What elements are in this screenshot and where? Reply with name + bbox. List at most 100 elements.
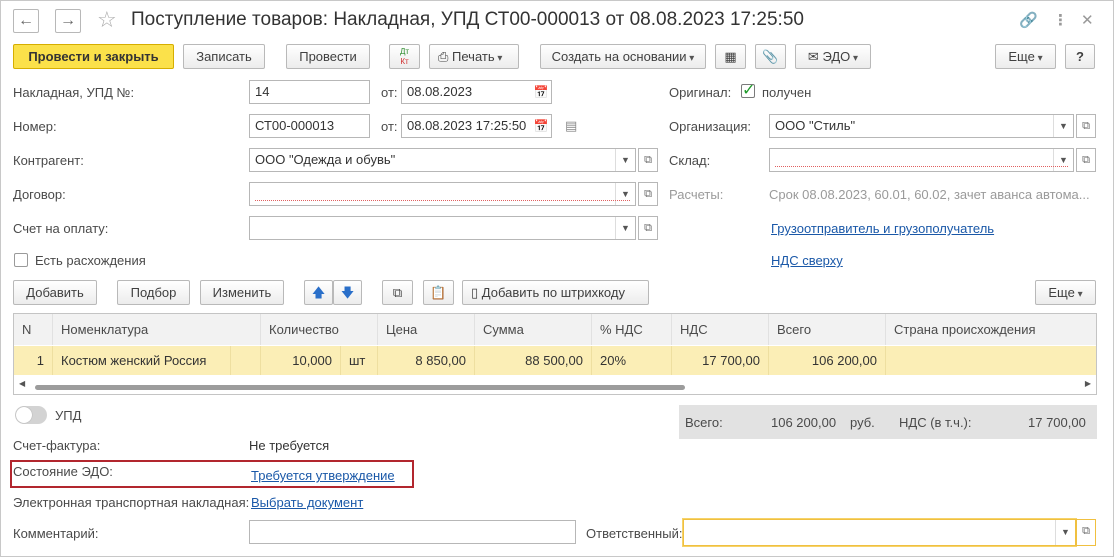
column-header[interactable]: Количество bbox=[261, 314, 378, 345]
vat-on-top-link[interactable]: НДС сверху bbox=[771, 253, 843, 268]
chevron-down-icon[interactable]: ▼ bbox=[615, 149, 635, 171]
column-header[interactable]: Сумма bbox=[475, 314, 592, 345]
post-and-close-button[interactable]: Провести и закрыть bbox=[13, 44, 174, 69]
open-icon: ⧉ bbox=[1082, 120, 1090, 132]
invoice-date-field[interactable]: 08.08.2023 📅 bbox=[401, 80, 552, 104]
close-icon[interactable]: ✕ bbox=[1081, 11, 1094, 29]
responsible-label: Ответственный: bbox=[586, 526, 683, 541]
more-button[interactable]: Еще bbox=[995, 44, 1056, 69]
page-title: Поступление товаров: Накладная, УПД СТ00… bbox=[131, 9, 804, 30]
warehouse-field[interactable]: ▼ bbox=[769, 148, 1074, 172]
chevron-down-icon[interactable]: ▼ bbox=[615, 217, 635, 239]
column-header[interactable]: Цена bbox=[378, 314, 475, 345]
print-button[interactable]: ⎙ Печать bbox=[429, 44, 519, 69]
link-icon[interactable]: 🔗 bbox=[1019, 11, 1038, 29]
create-based-on-button[interactable]: Создать на основании bbox=[540, 44, 706, 69]
move-up-button[interactable]: 🡅 bbox=[304, 280, 333, 305]
open-organization-button[interactable]: ⧉ bbox=[1076, 114, 1096, 138]
chevron-down-icon[interactable]: ▼ bbox=[1053, 149, 1073, 171]
calendar-icon[interactable]: 📅 bbox=[531, 115, 551, 137]
upd-label: УПД bbox=[55, 408, 82, 423]
open-responsible-button[interactable]: ⧉ bbox=[1076, 519, 1096, 546]
open-payment-invoice-button[interactable]: ⧉ bbox=[638, 216, 658, 240]
add-button[interactable]: Добавить bbox=[13, 280, 97, 305]
attachment-button[interactable]: 📎 bbox=[755, 44, 786, 69]
payment-invoice-field[interactable]: ▼ bbox=[249, 216, 636, 240]
open-contract-button[interactable]: ⧉ bbox=[638, 182, 658, 206]
edo-state-link[interactable]: Требуется утверждение bbox=[251, 468, 395, 483]
cell-unit[interactable]: шт bbox=[341, 346, 378, 375]
settlements-value[interactable]: Срок 08.08.2023, 60.01, 60.02, зачет ава… bbox=[769, 187, 1090, 202]
calendar-icon[interactable]: 📅 bbox=[531, 81, 551, 103]
paste-button[interactable]: 📋 bbox=[423, 280, 454, 305]
more-actions-icon[interactable]: ⋮ bbox=[1053, 11, 1068, 29]
column-header[interactable]: Страна происхождения bbox=[886, 314, 1096, 345]
column-header[interactable]: Номенклатура bbox=[53, 314, 261, 345]
cell-vat-rate[interactable]: 20% bbox=[592, 346, 672, 375]
cell-qty[interactable]: 10,000 bbox=[261, 346, 341, 375]
save-button[interactable]: Записать bbox=[183, 44, 265, 69]
column-header[interactable]: N bbox=[14, 314, 53, 345]
currency-label: руб. bbox=[850, 415, 875, 430]
text-details-icon[interactable]: ▤ bbox=[565, 118, 577, 134]
cell-total[interactable]: 106 200,00 bbox=[769, 346, 886, 375]
discrepancies-label: Есть расхождения bbox=[35, 253, 146, 268]
open-counterparty-button[interactable]: ⧉ bbox=[638, 148, 658, 172]
organization-field[interactable]: ООО "Стиль" ▼ bbox=[769, 114, 1074, 138]
scroll-left-icon[interactable]: ◀ bbox=[19, 379, 25, 388]
responsible-field[interactable]: ▼ bbox=[683, 519, 1076, 546]
edo-button[interactable]: ✉ ЭДО bbox=[795, 44, 871, 69]
help-button[interactable]: ? bbox=[1065, 44, 1095, 69]
horizontal-scrollbar[interactable]: ◀ ▶ bbox=[15, 379, 1095, 392]
dt-kt-icon: Дт Кт bbox=[390, 45, 419, 67]
shipper-consignee-link[interactable]: Грузоотправитель и грузополучатель bbox=[771, 221, 994, 236]
change-button[interactable]: Изменить bbox=[200, 280, 284, 305]
structure-button[interactable]: ▦ bbox=[715, 44, 746, 69]
cell-price[interactable]: 8 850,00 bbox=[378, 346, 475, 375]
dt-kt-button[interactable]: Дт Кт bbox=[389, 44, 420, 69]
discrepancies-checkbox[interactable] bbox=[14, 253, 28, 267]
arrow-down-icon: 🡇 bbox=[340, 285, 355, 300]
invoice-date-from-label: от: bbox=[381, 85, 398, 100]
edo-icon: ✉ bbox=[807, 49, 819, 64]
copy-icon: ⧉ bbox=[392, 285, 403, 300]
column-header[interactable]: % НДС bbox=[592, 314, 672, 345]
select-document-link[interactable]: Выбрать документ bbox=[251, 495, 363, 510]
scroll-right-icon[interactable]: ▶ bbox=[1085, 379, 1091, 388]
add-by-barcode-button[interactable]: ▯ Добавить по штрихкоду bbox=[462, 280, 649, 305]
column-header[interactable]: НДС bbox=[672, 314, 769, 345]
number-label: Номер: bbox=[13, 119, 57, 134]
invoice-doc-value: Не требуется bbox=[249, 438, 330, 453]
paperclip-icon: 📎 bbox=[762, 49, 779, 64]
payment-invoice-label: Счет на оплату: bbox=[13, 221, 109, 236]
table-more-button[interactable]: Еще bbox=[1035, 280, 1096, 305]
counterparty-value: ООО "Одежда и обувь" bbox=[255, 152, 396, 167]
open-warehouse-button[interactable]: ⧉ bbox=[1076, 148, 1096, 172]
cell-item[interactable]: Костюм женский Россия bbox=[53, 346, 231, 375]
scrollbar-thumb[interactable] bbox=[35, 385, 685, 390]
forward-button[interactable]: → bbox=[55, 9, 81, 33]
comment-field[interactable] bbox=[249, 520, 576, 544]
counterparty-field[interactable]: ООО "Одежда и обувь" ▼ bbox=[249, 148, 636, 172]
chevron-down-icon[interactable]: ▼ bbox=[1055, 520, 1075, 545]
number-date-field[interactable]: 08.08.2023 17:25:50 📅 bbox=[401, 114, 552, 138]
cell-vat[interactable]: 17 700,00 bbox=[672, 346, 769, 375]
column-header[interactable]: Всего bbox=[769, 314, 886, 345]
pick-button[interactable]: Подбор bbox=[117, 280, 190, 305]
number-field[interactable]: СТ00-000013 bbox=[249, 114, 370, 138]
post-button[interactable]: Провести bbox=[286, 44, 370, 69]
back-button[interactable]: ← bbox=[13, 9, 39, 33]
cell-sum[interactable]: 88 500,00 bbox=[475, 346, 592, 375]
chevron-down-icon[interactable]: ▼ bbox=[1053, 115, 1073, 137]
chevron-down-icon[interactable]: ▼ bbox=[615, 183, 635, 205]
open-icon: ⧉ bbox=[1082, 525, 1090, 537]
copy-button[interactable]: ⧉ bbox=[382, 280, 413, 305]
cell-country[interactable] bbox=[886, 346, 1096, 375]
contract-field[interactable]: ▼ bbox=[249, 182, 636, 206]
invoice-number-field[interactable]: 14 bbox=[249, 80, 370, 104]
original-checkbox[interactable]: ✓ bbox=[741, 82, 755, 99]
move-down-button[interactable]: 🡇 bbox=[333, 280, 362, 305]
favorite-star-icon[interactable]: ☆ bbox=[97, 7, 117, 33]
upd-toggle[interactable] bbox=[15, 406, 47, 424]
arrow-right-icon: → bbox=[60, 12, 76, 29]
